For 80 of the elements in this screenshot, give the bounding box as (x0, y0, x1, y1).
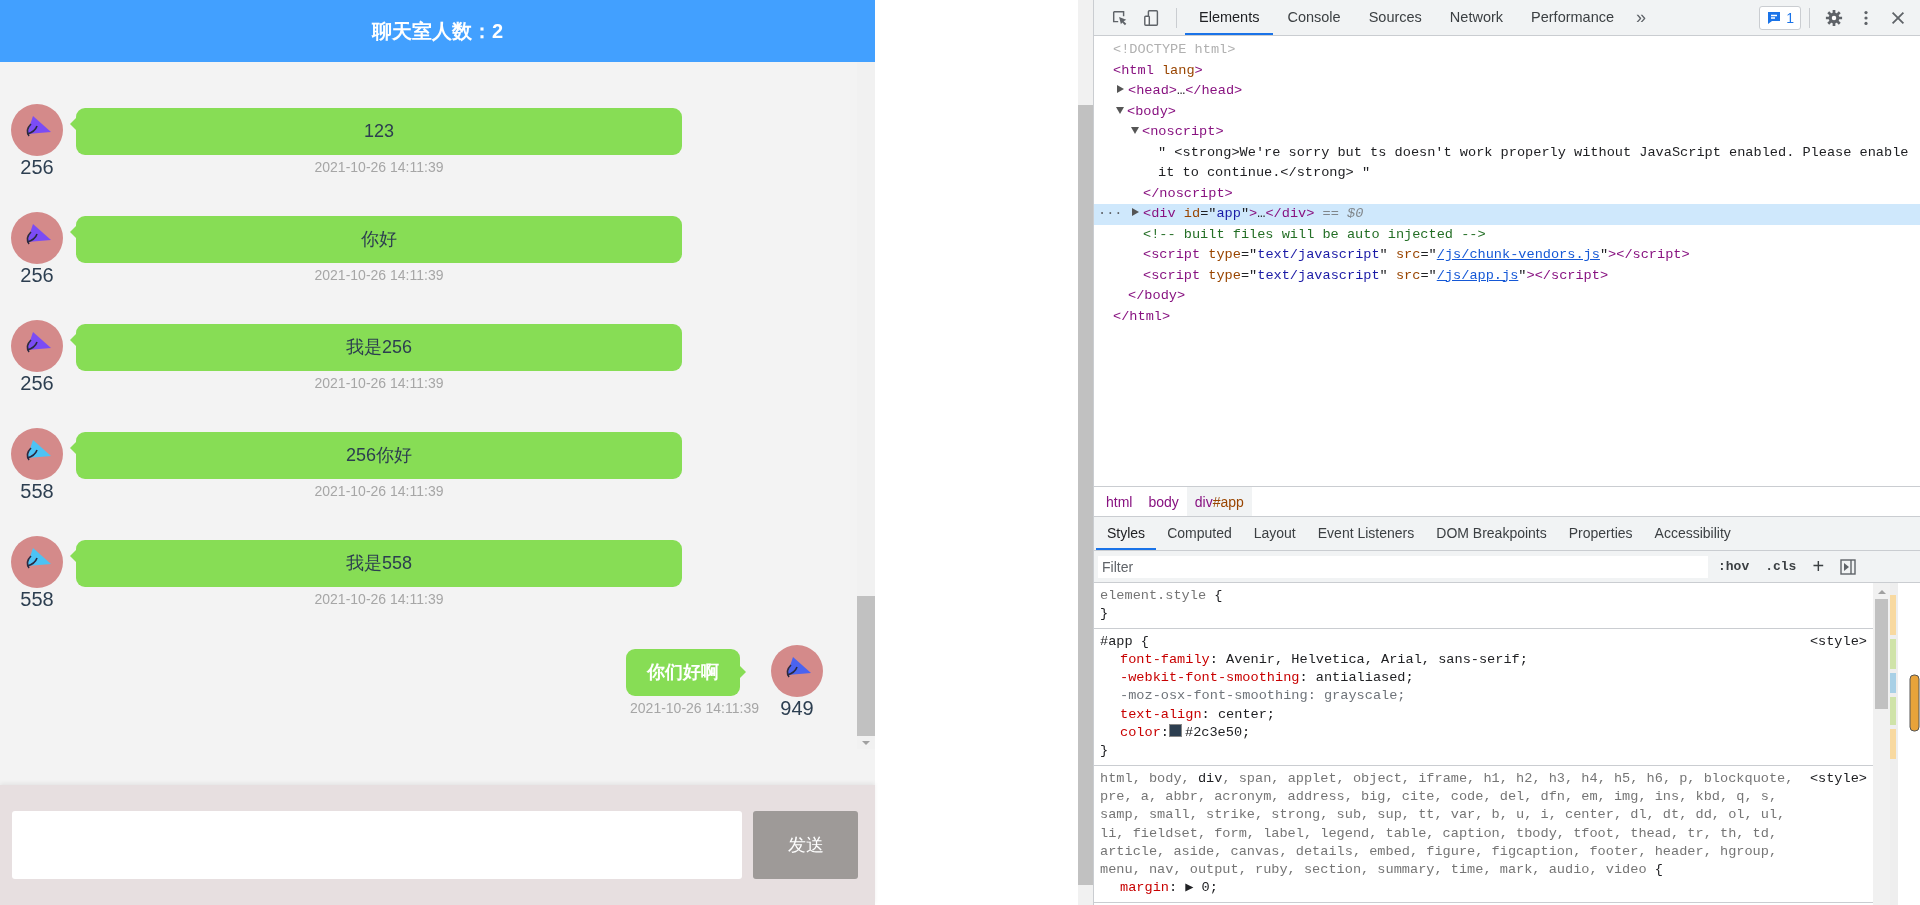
scroll-down-icon[interactable] (861, 740, 871, 746)
class-button[interactable]: .cls (1759, 559, 1803, 574)
message-bubble: 256你好 (76, 432, 682, 479)
message-bubble: 我是256 (76, 324, 682, 371)
devtools-tab[interactable]: Network (1435, 0, 1518, 35)
avatar-icon (771, 645, 823, 697)
sender-name: 256 (20, 264, 54, 286)
breadcrumb-item[interactable]: div#app (1186, 487, 1252, 516)
style-declaration[interactable]: -webkit-font-smoothing: antialiased; (1100, 669, 1867, 688)
style-declaration[interactable]: text-align: center; (1100, 705, 1867, 725)
rule-source-link[interactable]: <style> (1809, 769, 1867, 788)
message-time: 2021-10-26 14:11:39 (314, 267, 444, 283)
sender-name: 949 (780, 697, 814, 719)
scroll-thumb[interactable] (857, 596, 875, 736)
pane-tab[interactable]: Properties (1557, 517, 1644, 550)
rule-source-link[interactable]: <style> (1809, 632, 1867, 651)
dom-node-line[interactable]: " <strong>We're sorry but ts doesn't work properly without JavaScript enabled. Please enable it to continue.</strong> " (1094, 142, 1920, 184)
sender-name: 256 (20, 372, 54, 394)
message-icon (1766, 9, 1783, 26)
dom-node-line[interactable]: <script type="text/javascript" src="/js/chunk-vendors.js"></script> (1094, 245, 1920, 266)
dom-node-line[interactable]: <head>…</head> (1094, 81, 1920, 102)
avatar-icon (11, 212, 63, 264)
filter-field[interactable]: Filter (1098, 555, 1708, 578)
dom-node-line[interactable]: <script type="text/javascript" src="/js/app.js"></script> (1094, 265, 1920, 286)
rule-selector: #app { (1100, 632, 1150, 651)
pane-tab[interactable]: Event Listeners (1306, 517, 1426, 550)
message-bubble: 你好 (76, 216, 682, 263)
message-time: 2021-10-26 14:11:39 (314, 483, 444, 499)
dom-node-line[interactable]: <!-- built files will be auto injected --> (1094, 224, 1920, 245)
style-declaration[interactable]: color: #2c3e50; (1100, 724, 1867, 743)
issues-button[interactable]: 1 (1759, 5, 1801, 30)
sender-name: 558 (20, 588, 54, 610)
sender-name: 558 (20, 480, 54, 502)
dom-node-line[interactable]: </noscript> (1094, 183, 1920, 204)
pane-tab[interactable]: Accessibility (1643, 517, 1742, 550)
message-time: 2021-10-26 14:11:39 (314, 159, 444, 175)
message-time: 2021-10-26 14:11:39 (630, 700, 759, 716)
new-rule-button[interactable]: + (1806, 555, 1831, 578)
dom-node-line[interactable]: </body> (1094, 286, 1920, 307)
rule-selector: html, body, div, span, applet, object, iframe, h1, h2, h3, h4, h5, h6, p, blockquote, pre, a, abbr, acronym, address, big, cite, code, del, dfn, em, img, ins, kbd, q, s, samp, small, strike, strong, sub, sup, tt, var, b, u, i, center, dl, dt, dd, ol, ul, li, fieldset, form, label, legend, table, caption, tbody, tfoot, thead, tr, th, td, article, aside, canvas, details, embed, figure, figcaption, footer, header, hgroup, menu, nav, output, ruby, section, summary, time, mark, audio, video { (1100, 769, 1795, 880)
scroll-up-icon[interactable] (1876, 589, 1887, 595)
style-declaration[interactable]: -moz-osx-font-smoothing: grayscale; (1100, 687, 1867, 706)
styles-scrollbar[interactable] (1873, 583, 1890, 905)
message-input[interactable] (12, 811, 742, 879)
message-bubble: 你们好啊 (626, 649, 740, 696)
more-tabs-button[interactable]: » (1628, 7, 1655, 28)
message-bubble: 123 (76, 108, 682, 155)
sender-name: 256 (20, 156, 54, 178)
breadcrumb-item[interactable]: body (1140, 487, 1187, 516)
dom-node-line[interactable]: <html lang> (1094, 60, 1920, 81)
sidebar-toggle-icon[interactable] (1840, 558, 1857, 575)
device-icon[interactable] (1143, 8, 1161, 27)
page-scrollbar[interactable] (1078, 0, 1093, 905)
devtools-tab[interactable]: Console (1273, 0, 1355, 35)
breadcrumb-item[interactable]: html (1098, 487, 1141, 516)
rule-selector: element.style { (1100, 587, 1224, 605)
devtools-tab[interactable]: Performance (1517, 0, 1629, 35)
close-brace: } (1100, 743, 1109, 759)
message-time: 2021-10-26 14:11:39 (314, 375, 444, 391)
style-declaration[interactable]: font-family: Avenir, Helvetica, Arial, sans-serif; (1100, 650, 1867, 670)
avatar-icon (11, 104, 63, 156)
devtools-tab[interactable]: Elements (1185, 0, 1274, 35)
message-bubble: 我是558 (76, 540, 682, 587)
inspect-icon[interactable] (1111, 8, 1129, 27)
devtools-tab[interactable]: Sources (1354, 0, 1436, 35)
chat-title: 聊天室人数：2 (371, 18, 504, 44)
close-brace: } (1100, 606, 1109, 622)
avatar-icon (11, 536, 63, 588)
pane-tab[interactable]: DOM Breakpoints (1425, 517, 1558, 550)
message-time: 2021-10-26 14:11:39 (314, 591, 444, 607)
pane-tab[interactable]: Layout (1242, 517, 1307, 550)
pane-tab[interactable]: Computed (1156, 517, 1243, 550)
avatar-icon (11, 428, 63, 480)
hover-state-button[interactable]: :hov (1712, 559, 1756, 574)
style-declaration[interactable]: margin: ▶ 0; (1100, 879, 1867, 898)
avatar-icon (11, 320, 63, 372)
settings-icon[interactable] (1825, 8, 1843, 27)
dom-node-line[interactable]: <noscript> (1094, 122, 1920, 143)
dom-node-line[interactable]: <body> (1094, 101, 1920, 122)
dom-node-line[interactable]: </html> (1094, 306, 1920, 327)
